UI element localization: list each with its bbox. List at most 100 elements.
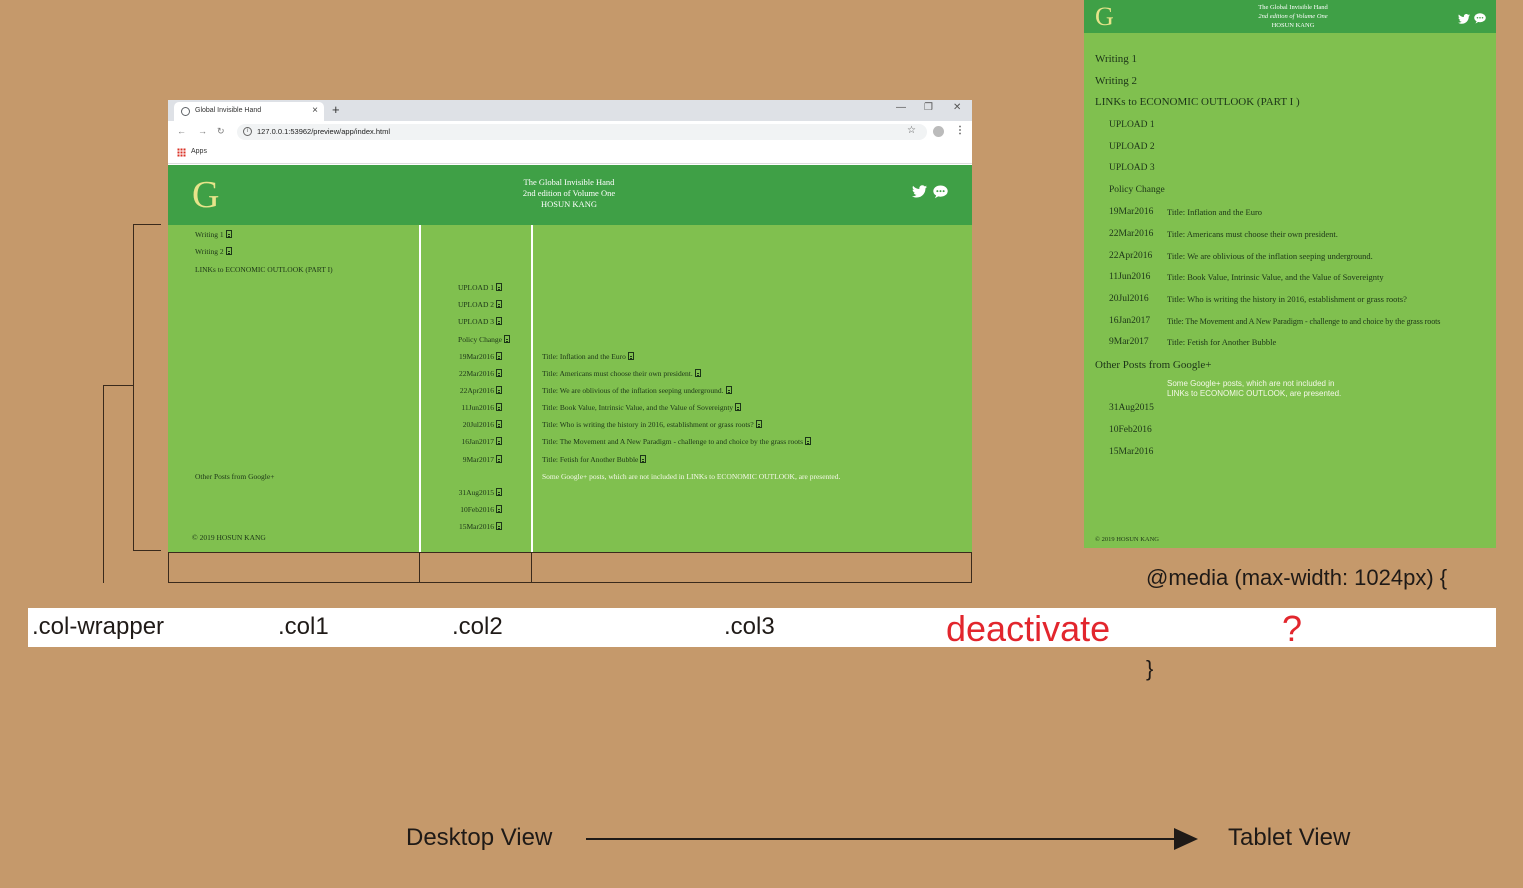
google-date-link[interactable]: 31Aug2015 [422, 488, 502, 497]
tablet-copyright: © 2019 HOSUN KANG [1095, 536, 1159, 543]
document-icon [496, 455, 502, 463]
close-window-button[interactable]: ✕ [953, 102, 961, 113]
col2-divider [531, 225, 533, 552]
date-label: 16Jan2017 [461, 437, 495, 446]
bookmarks-bar: Apps [168, 143, 972, 164]
tablet-post-title[interactable]: Title: Inflation and the Euro [1167, 207, 1262, 218]
apps-grid-icon[interactable] [177, 148, 186, 157]
col3-bracket-right [971, 552, 972, 583]
date-link[interactable]: 20Jul2016 [422, 420, 502, 429]
post-title-link[interactable]: Title: Fetish for Another Bubble [542, 455, 647, 464]
browser-tab[interactable]: Global Invisible Hand × [174, 102, 324, 121]
date-link[interactable]: 16Jan2017 [422, 437, 502, 446]
url-text: 127.0.0.1:53962/preview/app/index.html [257, 127, 391, 136]
tablet-view-label: Tablet View [1228, 824, 1351, 851]
media-query-open: @media (max-width: 1024px) { [1146, 565, 1448, 590]
reload-button[interactable]: ↻ [217, 126, 225, 137]
tablet-date[interactable]: 9Mar2017 [1109, 337, 1149, 348]
tablet-upload-1[interactable]: UPLOAD 1 [1109, 120, 1155, 131]
restore-button[interactable]: ❐ [924, 102, 933, 113]
chat-icon[interactable] [1474, 11, 1486, 29]
tablet-date[interactable]: 22Apr2016 [1109, 251, 1152, 262]
tablet-post-title[interactable]: Title: Who is writing the history in 201… [1167, 294, 1407, 305]
tablet-site-title-line1: The Global Invisible Hand [1258, 4, 1328, 11]
upload-2-link[interactable]: UPLOAD 2 [422, 300, 502, 309]
tablet-nav-links[interactable]: LINKs to ECONOMIC OUTLOOK (PART I ) [1095, 97, 1300, 108]
policy-change-link[interactable]: Policy Change [422, 335, 510, 344]
url-field[interactable]: i 127.0.0.1:53962/preview/app/index.html [237, 124, 927, 140]
google-date-label: 10Feb2016 [460, 505, 494, 514]
class-label-strip: .col-wrapper .col1 .col2 .col3 deactivat… [28, 608, 1496, 649]
post-title-link[interactable]: Title: We are oblivious of the inflation… [542, 386, 732, 395]
post-title-link[interactable]: Title: The Movement and A New Paradigm -… [542, 437, 811, 446]
tablet-upload-3[interactable]: UPLOAD 3 [1109, 163, 1155, 174]
nav-writing-1[interactable]: Writing 1 [195, 230, 232, 239]
post-title-label: Title: Book Value, Intrinsic Value, and … [542, 403, 734, 412]
chat-icon[interactable] [933, 185, 948, 204]
tablet-google-date[interactable]: 15Mar2016 [1109, 447, 1153, 458]
tablet-date[interactable]: 11Jun2016 [1109, 272, 1150, 283]
tab-close-button[interactable]: × [312, 105, 318, 116]
upload-3-link[interactable]: UPLOAD 3 [422, 317, 502, 326]
tablet-date[interactable]: 22Mar2016 [1109, 229, 1153, 240]
tablet-post-title[interactable]: Title: We are oblivious of the inflation… [1167, 251, 1373, 262]
tablet-view-mockup: G The Global Invisible Hand 2nd edition … [1084, 0, 1496, 548]
date-link[interactable]: 22Apr2016 [422, 386, 502, 395]
upload-1-label: UPLOAD 1 [457, 283, 494, 292]
tablet-site-title: The Global Invisible Hand 2nd edition of… [1224, 3, 1362, 30]
browser-menu-button[interactable]: ⋮ [955, 125, 965, 136]
document-icon [496, 352, 502, 360]
new-tab-button[interactable]: + [332, 102, 340, 117]
post-title-link[interactable]: Title: Inflation and the Euro [542, 352, 634, 361]
tablet-other-posts[interactable]: Other Posts from Google+ [1095, 360, 1212, 371]
date-link[interactable]: 22Mar2016 [422, 369, 502, 378]
post-title-link[interactable]: Title: Book Value, Intrinsic Value, and … [542, 403, 742, 412]
google-date-link[interactable]: 15Mar2016 [422, 522, 502, 531]
tablet-date[interactable]: 20Jul2016 [1109, 294, 1149, 305]
upload-3-label: UPLOAD 3 [457, 317, 494, 326]
tablet-policy-change[interactable]: Policy Change [1109, 185, 1165, 196]
tablet-post-title[interactable]: Title: Fetish for Another Bubble [1167, 337, 1276, 348]
date-link[interactable]: 19Mar2016 [422, 352, 502, 361]
profile-avatar-icon[interactable] [933, 126, 944, 137]
minimize-button[interactable]: — [896, 102, 906, 113]
nav-other-posts[interactable]: Other Posts from Google+ [195, 472, 274, 481]
date-link[interactable]: 11Jun2016 [422, 403, 502, 412]
tablet-nav-writing-2[interactable]: Writing 2 [1095, 76, 1137, 87]
tablet-google-date[interactable]: 10Feb2016 [1109, 425, 1152, 436]
tablet-post-title[interactable]: Title: Americans must choose their own p… [1167, 229, 1338, 240]
label-col-wrapper: .col-wrapper [32, 613, 165, 640]
tablet-post-title[interactable]: Title: The Movement and A New Paradigm -… [1167, 316, 1440, 327]
forward-button[interactable]: → [198, 126, 207, 136]
google-date-link[interactable]: 10Feb2016 [422, 505, 502, 514]
back-button[interactable]: ← [177, 126, 186, 136]
tablet-date[interactable]: 19Mar2016 [1109, 207, 1153, 218]
google-date-label: 15Mar2016 [459, 522, 494, 531]
post-title-link[interactable]: Title: Americans must choose their own p… [542, 369, 701, 378]
document-icon [755, 420, 762, 428]
document-icon [225, 247, 232, 255]
col-wrapper-bracket-top [133, 224, 161, 225]
desktop-browser-mockup: Global Invisible Hand × + — ❐ ✕ ← → ↻ i … [168, 100, 972, 552]
tablet-google-date[interactable]: 31Aug2015 [1109, 403, 1154, 414]
tablet-date[interactable]: 16Jan2017 [1109, 316, 1150, 327]
site-logo[interactable]: G [192, 173, 219, 217]
nav-writing-2[interactable]: Writing 2 [195, 247, 232, 256]
twitter-icon[interactable] [1458, 11, 1470, 29]
tablet-upload-2[interactable]: UPLOAD 2 [1109, 142, 1155, 153]
apps-bookmark[interactable]: Apps [191, 148, 207, 155]
post-title-link[interactable]: Title: Who is writing the history in 201… [542, 420, 762, 429]
col-wrapper-connector [103, 385, 134, 386]
tablet-nav-writing-1[interactable]: Writing 1 [1095, 54, 1137, 65]
twitter-icon[interactable] [912, 185, 927, 201]
document-icon [496, 300, 502, 308]
document-icon [496, 283, 502, 291]
document-icon [496, 369, 502, 377]
upload-1-link[interactable]: UPLOAD 1 [422, 283, 502, 292]
date-link[interactable]: 9Mar2017 [422, 455, 502, 464]
bookmark-star-icon[interactable]: ☆ [907, 125, 916, 136]
site-title: The Global Invisible Hand 2nd edition of… [468, 177, 670, 210]
nav-links-economic-outlook[interactable]: LINKs to ECONOMIC OUTLOOK (PART I) [195, 265, 333, 274]
tablet-post-title[interactable]: Title: Book Value, Intrinsic Value, and … [1167, 272, 1384, 283]
tablet-site-logo[interactable]: G [1095, 2, 1114, 32]
